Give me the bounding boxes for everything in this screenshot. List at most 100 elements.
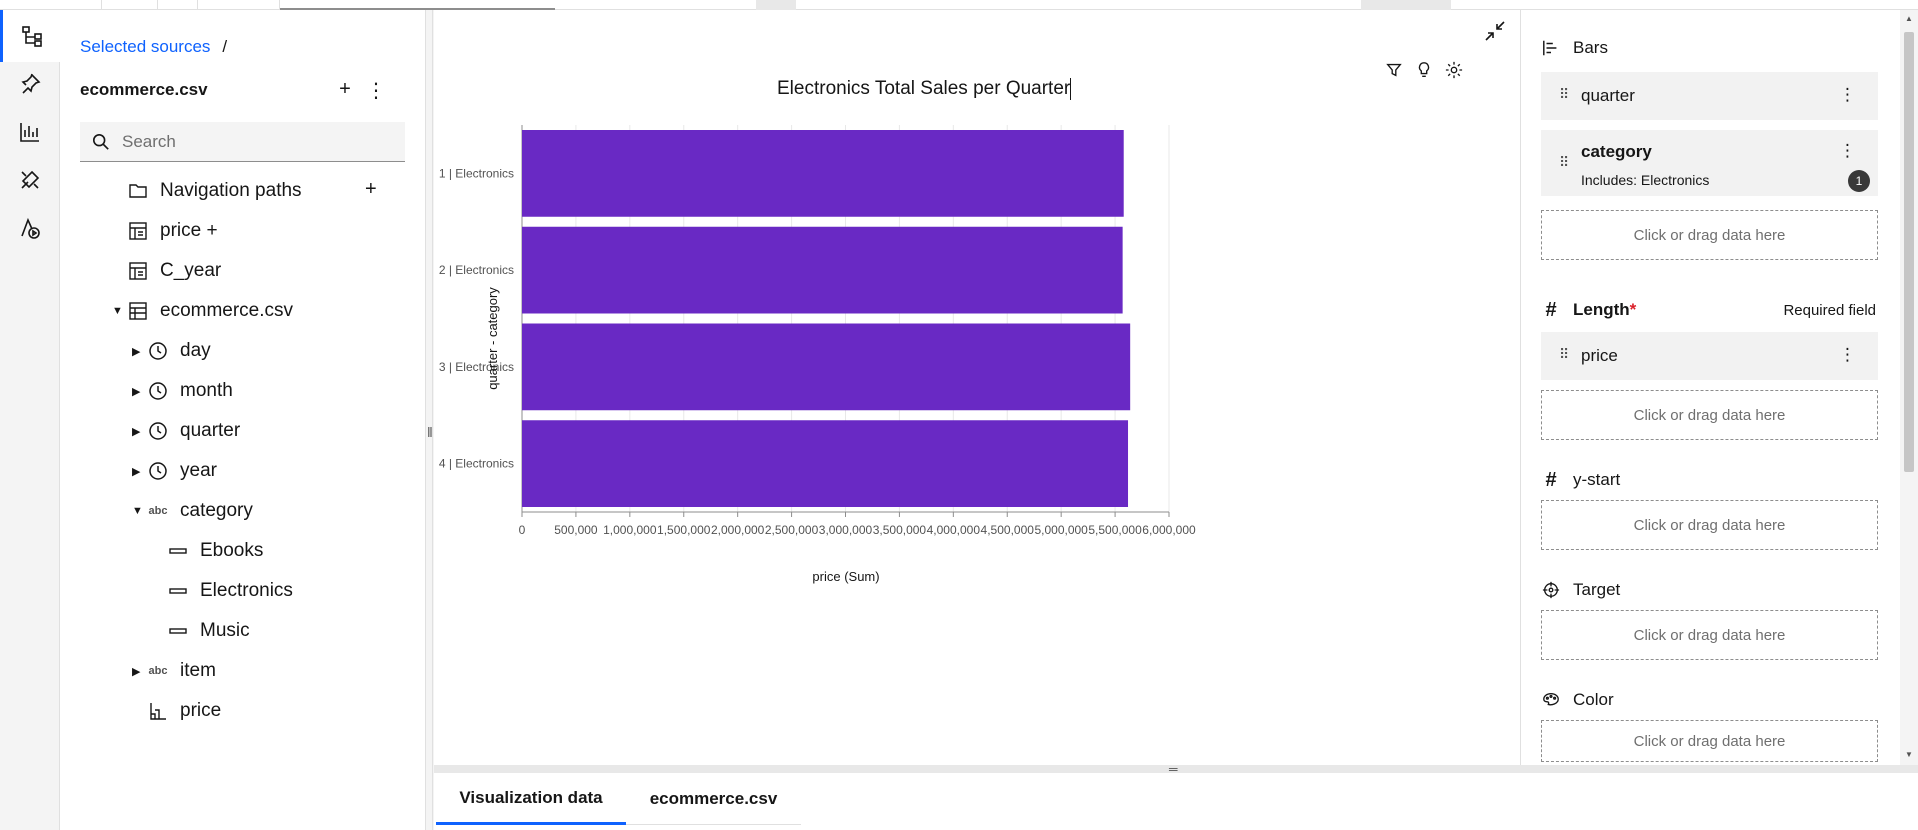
top-tab-strip <box>0 0 1918 10</box>
add-navigation-path-button[interactable]: + <box>365 178 377 201</box>
tree-item[interactable]: ▶ quarter <box>132 411 240 451</box>
tree-item[interactable]: Ebooks <box>168 531 263 571</box>
color-drop-zone[interactable]: Click or drag data here <box>1541 720 1878 762</box>
table-calc-icon <box>128 261 148 281</box>
hierarchy-icon <box>21 26 42 47</box>
top-tab[interactable] <box>102 0 158 10</box>
tree-item[interactable]: C_year <box>128 251 221 291</box>
caret-right-icon[interactable]: ▶ <box>132 665 140 678</box>
tree-item[interactable]: ▶ year <box>132 451 217 491</box>
x-tick-label: 4,000,000 <box>927 523 981 537</box>
length-drop-zone[interactable]: Click or drag data here <box>1541 390 1878 440</box>
pin-button[interactable] <box>0 58 60 110</box>
scroll-down-icon[interactable]: ▼ <box>1905 750 1913 759</box>
y-tick-label: 4 | Electronics <box>439 457 514 471</box>
source-panel: Selected sources / ecommerce.csv + ⋮ Navi… <box>60 10 425 830</box>
top-tab[interactable] <box>198 0 280 10</box>
drag-handle-icon[interactable]: ⠿ <box>1559 154 1569 171</box>
bars-section-header: Bars <box>1541 38 1608 58</box>
x-tick-label: 2,500,000 <box>765 523 819 537</box>
properties-button[interactable] <box>0 154 60 206</box>
search-icon <box>92 133 109 150</box>
tree-item[interactable]: Music <box>168 611 250 651</box>
field-name: quarter <box>1581 86 1635 105</box>
bar <box>522 420 1129 507</box>
tab-visualization-data[interactable]: Visualization data <box>436 773 626 825</box>
target-icon <box>1541 580 1561 600</box>
x-tick-label: 1,000,000 <box>603 523 657 537</box>
bars-icon <box>1541 38 1561 58</box>
tree-item[interactable]: price <box>148 691 221 731</box>
caret-down-icon[interactable]: ▼ <box>132 505 143 517</box>
y-tick-label: 3 | Electronics <box>439 360 514 374</box>
resize-grip-icon: ‖ <box>427 424 433 440</box>
bar <box>522 226 1123 314</box>
x-tick-label: 3,000,000 <box>819 523 873 537</box>
tree-item[interactable]: ▶ month <box>132 371 233 411</box>
drag-handle-icon[interactable]: ⠿ <box>1559 86 1569 103</box>
tree-item[interactable]: Electronics <box>168 571 293 611</box>
caret-right-icon[interactable]: ▶ <box>132 345 140 358</box>
source-overflow-menu-button[interactable]: ⋮ <box>366 78 386 103</box>
tree-item-label: item <box>180 660 216 681</box>
field-chip-price[interactable]: ⠿ price ⋮ <box>1541 332 1878 380</box>
table-icon <box>128 301 148 321</box>
x-tick-label: 6,000,000 <box>1142 523 1196 537</box>
tree-item[interactable]: ▼ abc category <box>132 491 253 531</box>
required-mark: * <box>1629 300 1637 319</box>
abc-icon: abc <box>148 501 168 521</box>
bottom-resize-handle[interactable]: ═ <box>434 762 1918 776</box>
scrollbar-thumb[interactable] <box>1904 32 1914 472</box>
color-label: Color <box>1573 690 1614 709</box>
target-drop-zone[interactable]: Click or drag data here <box>1541 610 1878 660</box>
table-calc-icon <box>128 221 148 241</box>
source-title: ecommerce.csv <box>80 80 208 99</box>
breadcrumb: Selected sources / <box>80 37 227 57</box>
top-tab[interactable] <box>0 0 102 10</box>
data-sources-button[interactable] <box>0 10 60 62</box>
tab-ecommerce-csv[interactable]: ecommerce.csv <box>626 773 801 825</box>
insights-button[interactable] <box>0 202 60 254</box>
abc-text: abc <box>148 665 168 677</box>
tree-item[interactable]: ▶ abc item <box>132 651 216 691</box>
caret-right-icon[interactable]: ▶ <box>132 385 140 398</box>
bar-chart: 0 500,000 1,000,000 1,500,000 2,000,000 2,500… <box>439 125 1196 584</box>
tree-item[interactable]: ▶ day <box>132 331 211 371</box>
tree-item[interactable]: ▼ ecommerce.csv <box>112 291 293 331</box>
clock-icon <box>148 341 168 361</box>
top-tab[interactable] <box>756 0 796 10</box>
shapes-play-icon <box>21 217 40 239</box>
field-overflow-menu-button[interactable]: ⋮ <box>1839 345 1856 365</box>
panel-resize-handle[interactable]: ‖ <box>425 10 433 830</box>
caret-down-icon[interactable]: ▼ <box>112 305 123 317</box>
field-overflow-menu-button[interactable]: ⋮ <box>1839 141 1856 161</box>
search-input[interactable] <box>122 131 392 152</box>
visualizations-button[interactable] <box>0 106 60 158</box>
top-tab[interactable] <box>158 0 198 10</box>
selected-sources-link[interactable]: Selected sources <box>80 37 210 56</box>
tree-item-label: C_year <box>160 260 222 281</box>
measure-icon <box>148 701 168 721</box>
length-section-header: # Length * <box>1541 299 1637 321</box>
tree-item-label: Ebooks <box>200 540 264 561</box>
clock-icon <box>148 421 168 441</box>
drag-handle-icon[interactable]: ⠿ <box>1559 346 1569 363</box>
scroll-up-icon[interactable]: ▲ <box>1905 14 1913 23</box>
y-axis-title: quarter - category <box>485 287 500 390</box>
field-chip-quarter[interactable]: ⠿ quarter ⋮ <box>1541 72 1878 120</box>
x-tick-label: 3,500,000 <box>873 523 927 537</box>
caret-right-icon[interactable]: ▶ <box>132 465 140 478</box>
top-tab[interactable] <box>1361 0 1451 10</box>
caret-right-icon[interactable]: ▶ <box>132 425 140 438</box>
bars-drop-zone[interactable]: Click or drag data here <box>1541 210 1878 260</box>
add-source-button[interactable]: + <box>335 78 355 101</box>
field-name: category <box>1581 142 1652 161</box>
field-overflow-menu-button[interactable]: ⋮ <box>1839 85 1856 105</box>
ystart-drop-zone[interactable]: Click or drag data here <box>1541 500 1878 550</box>
tree-item[interactable]: price + <box>128 211 218 251</box>
tree-item[interactable]: Navigation paths <box>128 171 302 211</box>
panel-scrollbar[interactable]: ▲ ▼ <box>1900 10 1918 765</box>
tree-item-label: Electronics <box>200 580 293 601</box>
field-chip-category[interactable]: ⠿ category Includes: Electronics ⋮ 1 <box>1541 130 1878 196</box>
pin-icon <box>21 73 41 94</box>
